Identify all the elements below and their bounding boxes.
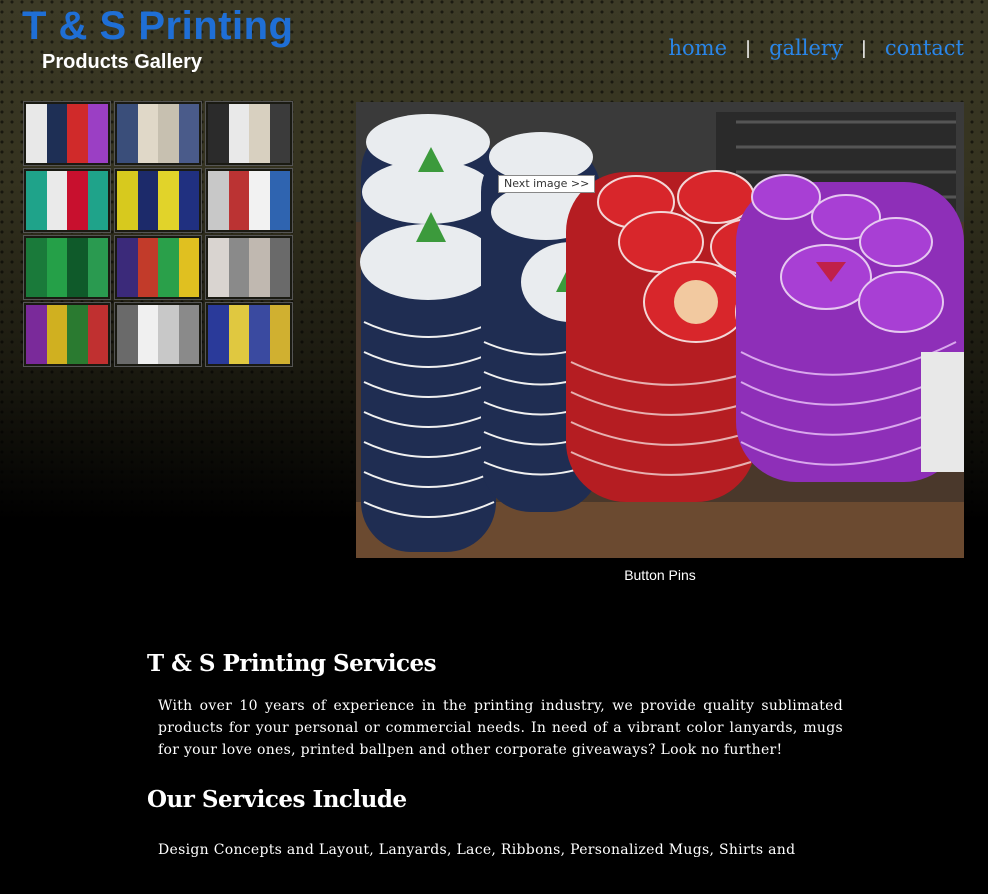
thumbnail-color-block [158,171,179,230]
thumbnail-color-block [117,104,138,163]
main-nav: home | gallery | contact [669,36,965,60]
thumbnail-color-block [208,171,229,230]
thumbnail-color-block [178,104,199,163]
thumbnail-color-block [269,171,290,230]
thumbnail-color-block [117,238,138,297]
thumbnail-color-block [178,238,199,297]
thumbnail-color-block [67,238,88,297]
gallery-thumbnail[interactable] [205,168,293,233]
nav-contact-link[interactable]: contact [885,36,964,60]
gallery-thumbnail[interactable] [114,168,202,233]
next-image-button[interactable]: Next image >> [498,175,596,193]
thumbnail-color-block [269,104,290,163]
main-gallery-image[interactable]: Next image >> [356,102,964,558]
gallery-thumbnail[interactable] [205,235,293,300]
thumbnail-color-block [117,305,138,364]
thumbnail-color-block [46,104,68,163]
gallery-thumbnail[interactable] [23,101,111,166]
nav-separator: | [860,37,867,59]
gallery-thumbnail[interactable] [114,101,202,166]
thumbnail-color-block [137,305,159,364]
thumbnail-color-block [117,171,138,230]
site-header: T & S Printing Products Gallery home | g… [0,0,988,100]
gallery-thumbnail[interactable] [23,168,111,233]
nav-home-link[interactable]: home [669,36,728,60]
thumbnail-color-block [87,104,108,163]
thumbnail-color-block [26,305,47,364]
thumbnail-color-block [158,305,179,364]
thumbnail-color-block [269,238,290,297]
thumbnail-color-block [228,305,250,364]
thumbnail-color-block [178,305,199,364]
thumbnail-color-block [87,238,108,297]
thumbnail-color-block [158,104,179,163]
image-caption: Button Pins [624,567,696,583]
nav-separator: | [745,37,752,59]
services-include-heading: Our Services Include [147,786,407,813]
thumbnail-color-block [67,171,88,230]
thumbnail-color-block [178,171,199,230]
services-intro: With over 10 years of experience in the … [158,698,843,758]
thumbnail-color-block [269,305,290,364]
gallery-thumbnail[interactable] [205,302,293,367]
thumbnail-color-block [26,104,47,163]
thumbnail-color-block [26,171,47,230]
gallery-thumbnail[interactable] [114,235,202,300]
thumbnail-color-block [208,238,229,297]
thumbnail-color-block [46,238,68,297]
services-section: T & S Printing Services With over 10 yea… [147,650,847,861]
thumbnail-color-block [137,104,159,163]
thumbnail-color-block [137,171,159,230]
thumbnail-color-block [67,104,88,163]
thumbnail-color-block [249,104,270,163]
thumbnail-color-block [87,171,108,230]
gallery-thumbnail[interactable] [205,101,293,166]
thumbnail-color-block [208,305,229,364]
thumbnail-color-block [26,238,47,297]
thumbnail-color-block [46,171,68,230]
thumbnail-color-block [228,104,250,163]
thumbnail-color-block [87,305,108,364]
thumbnail-color-block [67,305,88,364]
nav-gallery-link[interactable]: gallery [769,36,843,60]
thumbnail-color-block [137,238,159,297]
site-title: T & S Printing [22,4,294,48]
thumbnail-color-block [158,238,179,297]
thumbnail-color-block [46,305,68,364]
services-include-text: Design Concepts and Layout, Lanyards, La… [158,842,796,858]
thumbnail-color-block [228,238,250,297]
thumbnail-color-block [249,305,270,364]
services-heading: T & S Printing Services [147,650,437,677]
button-pins-photo [356,102,964,558]
gallery-thumbnail[interactable] [23,235,111,300]
gallery-thumbnail[interactable] [114,302,202,367]
page-subtitle: Products Gallery [42,51,203,73]
gallery-thumbnail[interactable] [23,302,111,367]
thumbnail-color-block [208,104,229,163]
thumbnail-grid [23,101,293,367]
thumbnail-color-block [249,171,270,230]
thumbnail-color-block [249,238,270,297]
thumbnail-color-block [228,171,250,230]
